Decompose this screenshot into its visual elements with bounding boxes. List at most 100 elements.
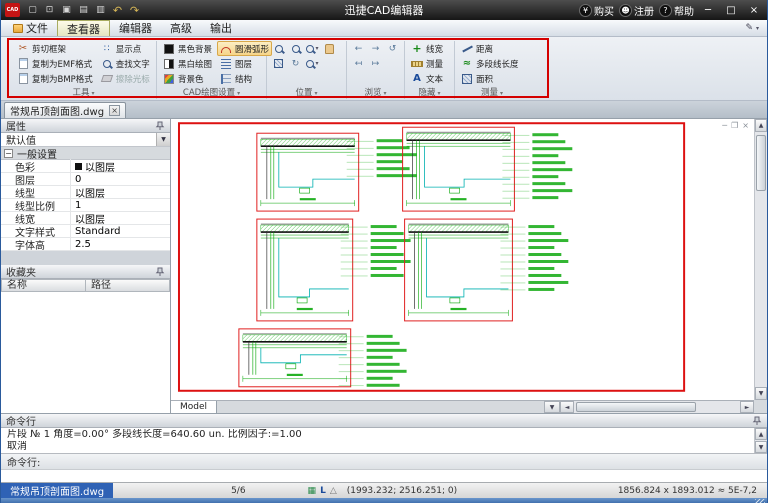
snap-icon[interactable]: ▦ <box>308 486 317 496</box>
menu-tab-viewer[interactable]: 查看器 <box>57 20 110 36</box>
command-panel: 命令行 片段 № 1 角度=0.00° 多段线长度=640.60 un. 比例因… <box>1 413 767 453</box>
undo-icon[interactable]: ↶ <box>110 3 125 17</box>
resize-grip[interactable] <box>755 499 765 503</box>
last-page-button[interactable]: ↦ <box>367 56 384 71</box>
document-tab-bar: 常规吊顶剖面图.dwg × <box>1 101 767 119</box>
chevron-down-icon[interactable]: ▼ <box>156 133 170 146</box>
scroll-right-icon[interactable]: ► <box>740 401 754 413</box>
forward-button[interactable]: → <box>367 41 384 56</box>
horizontal-scrollbar[interactable] <box>574 401 740 413</box>
favorites-column-name[interactable]: 名称 <box>1 279 86 292</box>
status-file-tab[interactable]: 常规吊顶剖面图.dwg <box>1 483 113 498</box>
command-prompt-label: 命令行: <box>1 453 767 469</box>
menu-tab-editor[interactable]: 编辑器 <box>110 20 161 36</box>
ruler-icon <box>411 61 423 67</box>
text-toggle-button[interactable]: A文本 <box>408 71 446 86</box>
ribbon-group-position: ▾ ↻ ▾ 位置 <box>267 41 347 99</box>
buy-button[interactable]: ¥ 购买 <box>579 3 614 18</box>
collapse-icon[interactable]: − <box>4 149 13 158</box>
chevron-down-icon[interactable]: ▾ <box>756 25 759 32</box>
bw-drawing-button[interactable]: 黑白绘图 <box>160 56 215 71</box>
copy-bmp-button[interactable]: 复制为BMP格式 <box>14 71 96 86</box>
page-indicator: 5/6 <box>231 486 245 496</box>
child-restore-icon[interactable]: ❐ <box>731 121 738 130</box>
child-window-controls: ─ ❐ × <box>722 121 749 130</box>
scroll-left-icon[interactable]: ◄ <box>560 401 574 413</box>
prev-view-button[interactable]: ↺ <box>384 41 401 56</box>
tab-close-icon[interactable]: × <box>109 105 120 116</box>
measure-toggle-button[interactable]: 测量 <box>408 56 446 71</box>
erase-cursor-button[interactable]: 擦除光标 <box>98 71 153 86</box>
find-text-button[interactable]: 查找文字 <box>98 56 153 71</box>
redo-icon[interactable]: ↷ <box>127 3 142 17</box>
panel-splitter[interactable] <box>1 251 170 265</box>
new-file-icon[interactable]: ▢ <box>25 3 40 17</box>
maximize-button[interactable]: □ <box>722 3 740 17</box>
help-button[interactable]: ? 帮助 <box>659 3 694 18</box>
favorites-column-path[interactable]: 路径 <box>86 279 170 292</box>
search-icon <box>103 60 111 68</box>
child-close-icon[interactable]: × <box>742 121 749 130</box>
background-color-button[interactable]: 背景色 <box>160 71 215 86</box>
status-bar: 常规吊顶剖面图.dwg 5/6 ▦ L △ (1993.232; 2516.25… <box>1 482 767 498</box>
area-icon <box>462 74 472 84</box>
minimize-button[interactable]: ─ <box>699 3 717 17</box>
regen-button[interactable]: ↻ <box>287 56 304 71</box>
show-points-button[interactable]: ∷显示点 <box>98 41 153 56</box>
pan-button[interactable] <box>321 41 338 56</box>
scroll-down-icon[interactable]: ▼ <box>755 387 767 400</box>
menu-tab-advanced[interactable]: 高级 <box>161 20 201 36</box>
layers-button[interactable]: 图层 <box>217 56 272 71</box>
save-as-icon[interactable]: ▤ <box>76 3 91 17</box>
command-input[interactable] <box>1 469 767 482</box>
child-minimize-icon[interactable]: ─ <box>722 121 727 130</box>
polyline-length-button[interactable]: ≈多段线长度 <box>458 56 522 71</box>
horizontal-scroll-thumb[interactable] <box>576 402 696 412</box>
menu-tab-output[interactable]: 输出 <box>201 20 241 36</box>
ortho-icon[interactable]: L <box>320 486 326 496</box>
open-file-icon[interactable]: ⊡ <box>42 3 57 17</box>
print-icon[interactable]: ▥ <box>93 3 108 17</box>
cut-frame-button[interactable]: ✂剪切框架 <box>14 41 96 56</box>
zoom-window-button[interactable] <box>270 41 287 56</box>
scroll-up-icon[interactable]: ▲ <box>755 119 767 132</box>
close-button[interactable]: × <box>745 3 763 17</box>
zoom-out-icon <box>292 45 300 53</box>
property-grid: − 一般设置 色彩以图层 图层0 线型以图层 线型比例1 线宽以图层 文字样式S… <box>1 147 170 251</box>
copy-emf-button[interactable]: 复制为EMF格式 <box>14 56 96 71</box>
cad-drawing[interactable] <box>171 119 754 400</box>
structure-button[interactable]: 结构 <box>217 71 272 86</box>
command-scrollbar[interactable]: ▲ ▼ <box>754 428 767 453</box>
model-tab[interactable]: Model <box>171 401 217 413</box>
favorites-header: 收藏夹 <box>1 265 170 279</box>
vertical-scrollbar[interactable]: ▲ ▼ <box>754 119 767 400</box>
zoom-extents-button[interactable] <box>270 56 287 71</box>
save-icon[interactable]: ▣ <box>59 3 74 17</box>
file-menu-icon <box>13 24 23 33</box>
zoom-menu-button[interactable]: ▾ <box>304 41 321 56</box>
back-button[interactable]: ← <box>350 41 367 56</box>
scroll-up-icon[interactable]: ▲ <box>755 428 767 440</box>
pin-icon[interactable] <box>155 121 165 131</box>
register-button[interactable]: ☻ 注册 <box>619 3 654 18</box>
pin-icon[interactable] <box>155 267 165 277</box>
angle-icon[interactable]: △ <box>330 486 337 496</box>
lineweight-button[interactable]: +线宽 <box>408 41 446 56</box>
first-page-button[interactable]: ↤ <box>350 56 367 71</box>
zoom-out-button[interactable] <box>287 41 304 56</box>
favorites-list[interactable] <box>1 292 170 413</box>
vertical-scroll-thumb[interactable] <box>756 135 766 191</box>
distance-button[interactable]: 距离 <box>458 41 522 56</box>
zoom-scale-button[interactable]: ▾ <box>304 56 321 71</box>
sheet-list-dropdown[interactable]: ▼ <box>544 401 560 413</box>
area-button[interactable]: 面积 <box>458 71 522 86</box>
document-tab[interactable]: 常规吊顶剖面图.dwg × <box>4 102 126 118</box>
menu-tab-file[interactable]: 文件 <box>4 20 57 36</box>
black-background-button[interactable]: 黑色背景 <box>160 41 215 56</box>
style-icon[interactable]: ✎ <box>745 23 753 33</box>
smooth-arc-button[interactable]: 圆滑弧形 <box>217 41 272 56</box>
pin-icon[interactable] <box>752 416 762 426</box>
black-background-icon <box>164 44 174 54</box>
scroll-down-icon[interactable]: ▼ <box>755 441 767 453</box>
text-icon: A <box>411 73 423 85</box>
